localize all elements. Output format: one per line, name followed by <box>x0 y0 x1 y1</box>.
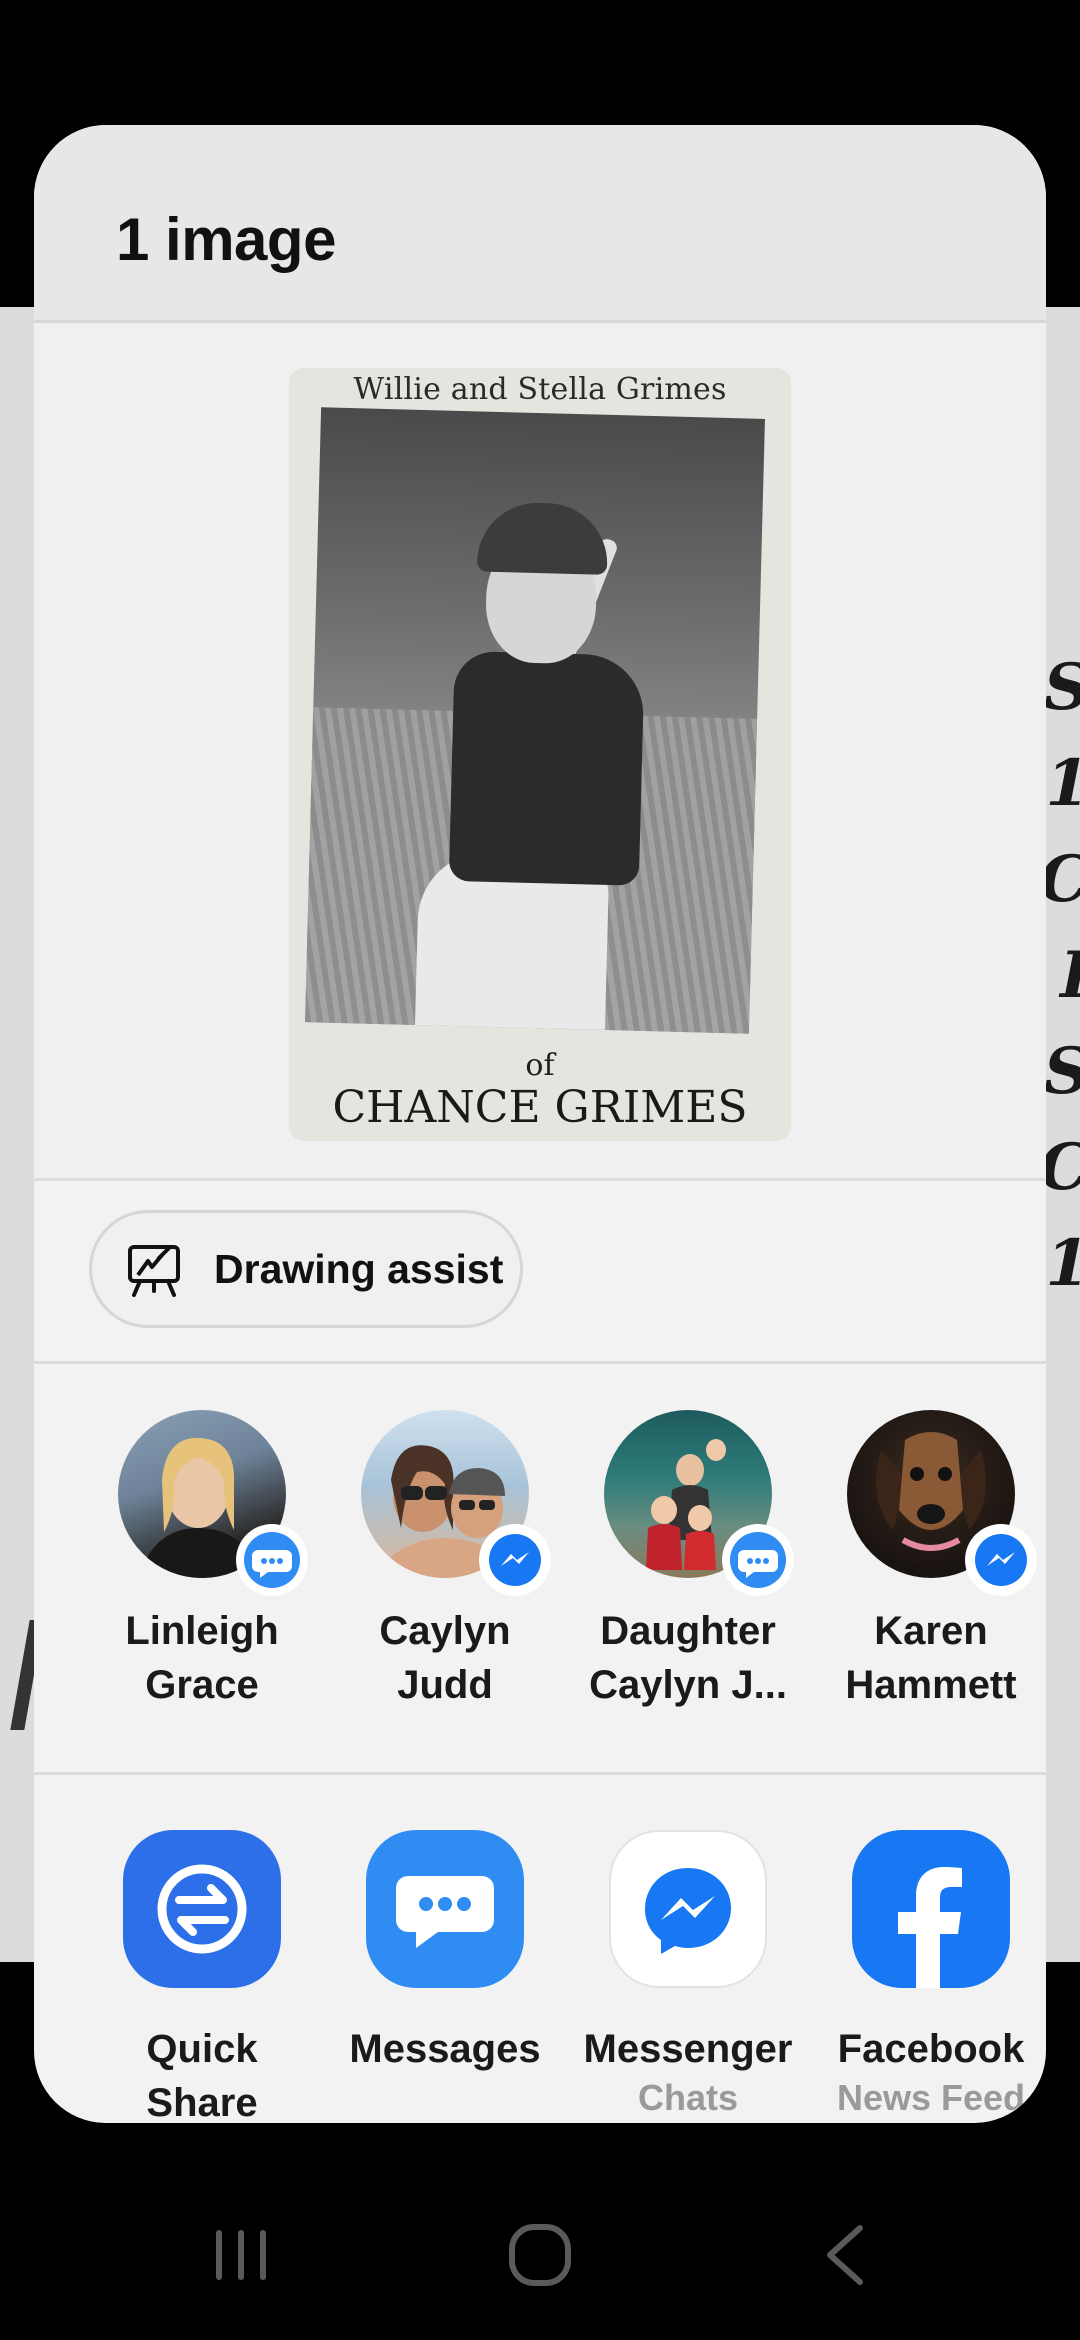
app-messenger-chats[interactable]: Messenger Chats <box>568 1830 808 2120</box>
photo-caption-top: Willie and Stella Grimes <box>353 372 727 407</box>
app-label: Facebook <box>837 2027 1025 2071</box>
avatar <box>118 1410 308 1596</box>
recent-apps-icon <box>216 2230 266 2280</box>
app-quick-share[interactable]: Quick Share <box>82 1830 322 2123</box>
facebook-app-icon <box>852 1830 1010 1988</box>
shared-image-thumbnail[interactable]: Willie and Stella Grimes of CHANCE GRIME… <box>289 368 791 1141</box>
app-sublabel: Chats <box>637 2077 739 2118</box>
photo-caption-of: of <box>525 1048 555 1083</box>
action-chips-row: Drawing assist <box>34 1181 1046 1364</box>
home-icon <box>509 2224 571 2286</box>
contact-karen-hammett[interactable]: Karen Hammett <box>811 1410 1046 1712</box>
messenger-badge-icon <box>479 1524 551 1596</box>
share-sheet-header: 1 image <box>34 125 1046 323</box>
app-facebook-news-feed[interactable]: Facebook News Feed <box>811 1830 1046 2120</box>
back-button[interactable] <box>810 2220 880 2295</box>
direct-share-contacts: Linleigh Grace Caylyn Judd Daughter Cayl… <box>34 1364 1046 1775</box>
messages-app-icon <box>366 1830 524 1988</box>
drawing-assist-button[interactable]: Drawing assist <box>89 1210 523 1328</box>
easel-icon <box>128 1245 180 1297</box>
avatar <box>604 1410 794 1596</box>
drawing-assist-label: Drawing assist <box>214 1245 504 1292</box>
back-icon <box>827 2225 863 2285</box>
messages-badge-icon <box>722 1524 794 1596</box>
recent-apps-button[interactable] <box>206 2220 276 2295</box>
contact-linleigh-grace[interactable]: Linleigh Grace <box>82 1410 322 1712</box>
share-sheet: 1 image Willie and Stella Grimes of CHAN… <box>34 125 1046 2123</box>
system-navigation-bar <box>0 2180 1080 2340</box>
photo-caption-name: CHANCE GRIMES <box>332 1082 748 1133</box>
contact-name: Caylyn Judd <box>379 1609 511 1707</box>
contact-name: Linleigh Grace <box>125 1609 279 1707</box>
messages-badge-icon <box>236 1524 308 1596</box>
messenger-badge-icon <box>965 1524 1037 1596</box>
app-label: Messages <box>349 2027 541 2071</box>
quick-share-icon <box>123 1830 281 1988</box>
avatar <box>361 1410 551 1596</box>
share-apps-row: Quick Share Messages Messenger Chats Fac… <box>34 1775 1046 2123</box>
app-sublabel: News Feed <box>836 2077 1026 2118</box>
avatar <box>847 1410 1037 1596</box>
contact-daughter-caylyn[interactable]: Daughter Caylyn J... <box>568 1410 808 1712</box>
messenger-app-icon <box>609 1830 767 1988</box>
app-messages[interactable]: Messages <box>325 1830 565 2076</box>
share-sheet-title: 1 image <box>116 206 336 273</box>
home-button[interactable] <box>505 2220 575 2295</box>
image-preview-area: Willie and Stella Grimes of CHANCE GRIME… <box>34 323 1046 1181</box>
photo-picture <box>305 407 765 1034</box>
contact-caylyn-judd[interactable]: Caylyn Judd <box>325 1410 565 1712</box>
contact-name: Daughter Caylyn J... <box>589 1609 787 1707</box>
contact-name: Karen Hammett <box>845 1609 1017 1707</box>
app-label: Quick Share <box>146 2027 258 2123</box>
app-label: Messenger <box>583 2027 793 2071</box>
